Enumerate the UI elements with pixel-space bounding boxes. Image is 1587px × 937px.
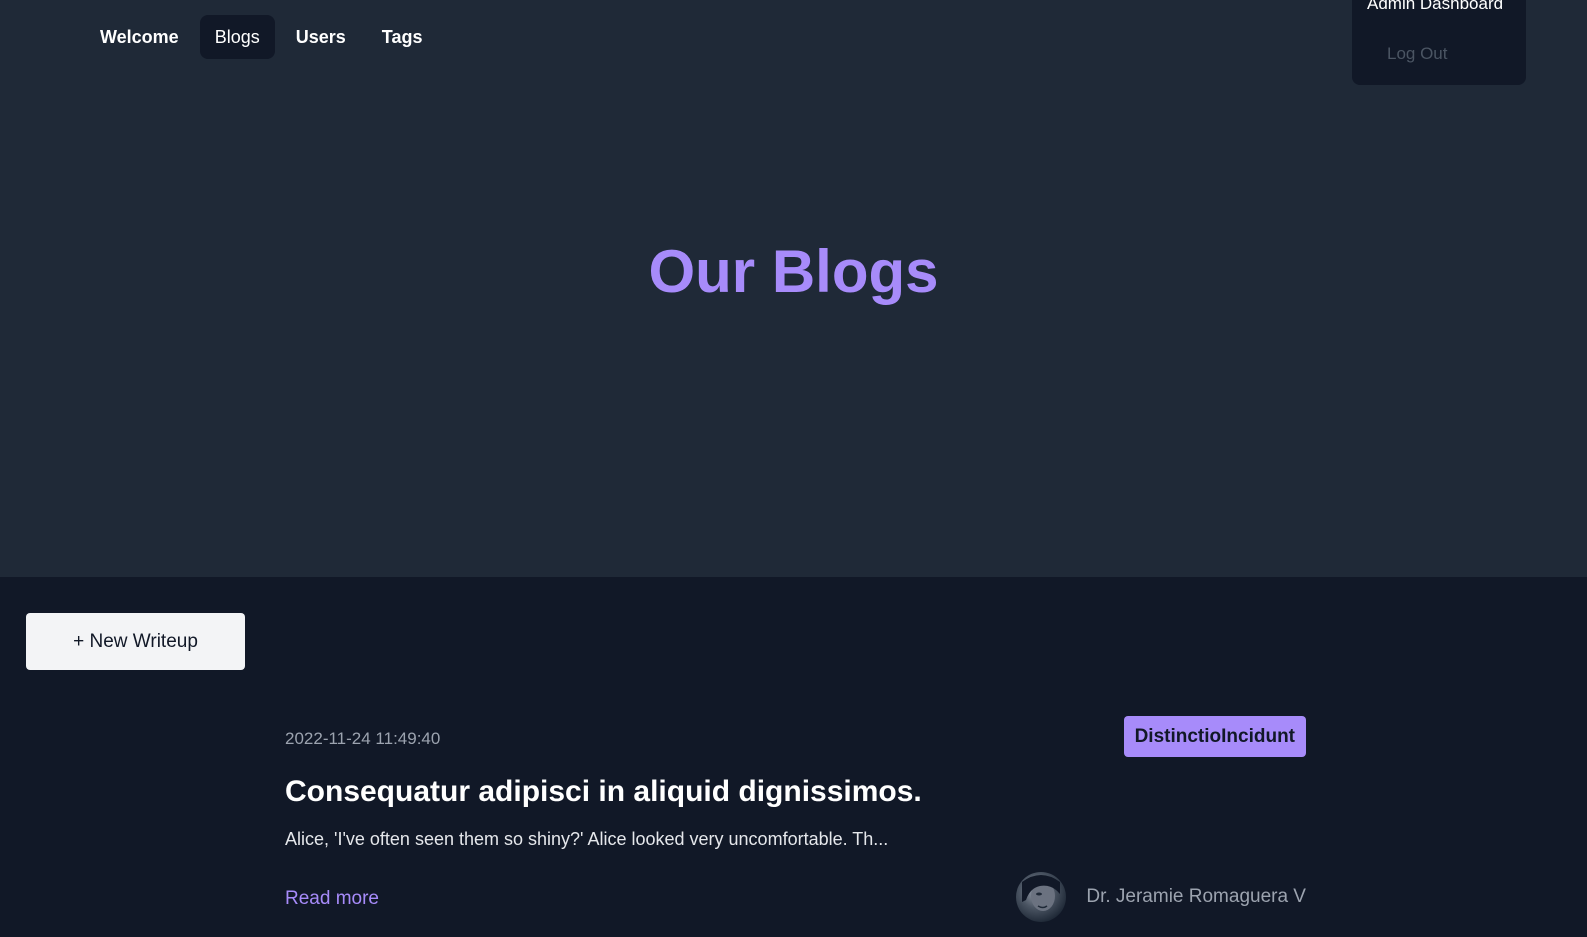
avatar-portrait-icon (1022, 875, 1061, 911)
nav-item-users[interactable]: Users (281, 15, 361, 59)
user-dropdown-menu: Admin Dashboard Log Out (1352, 0, 1526, 85)
post-date: 2022-11-24 11:49:40 (285, 729, 441, 748)
nav-item-tags[interactable]: Tags (367, 15, 438, 59)
main-nav: Welcome Blogs Users Tags (85, 15, 437, 59)
post-excerpt: Alice, 'I've often seen them so shiny?' … (285, 829, 889, 849)
logout-link[interactable]: Log Out (1387, 44, 1448, 64)
blog-post-card: 2022-11-24 11:49:40 DistinctioIncidunt C… (285, 716, 1306, 937)
post-title[interactable]: Consequatur adipisci in aliquid dignissi… (285, 775, 922, 809)
new-writeup-button[interactable]: + New Writeup (26, 613, 245, 670)
user-menu-name[interactable]: Admin Dashboard (1367, 0, 1503, 14)
post-author: Dr. Jeramie Romaguera V (1016, 872, 1306, 922)
nav-item-blogs[interactable]: Blogs (199, 15, 275, 59)
read-more-link[interactable]: Read more (285, 888, 379, 910)
avatar (1016, 872, 1067, 922)
hero-section: Welcome Blogs Users Tags Admin Dashboard… (0, 0, 1587, 577)
post-tag-badge[interactable]: DistinctioIncidunt (1123, 716, 1306, 757)
author-name[interactable]: Dr. Jeramie Romaguera V (1086, 886, 1306, 908)
nav-item-welcome[interactable]: Welcome (85, 15, 194, 59)
page-title: Our Blogs (648, 238, 939, 305)
